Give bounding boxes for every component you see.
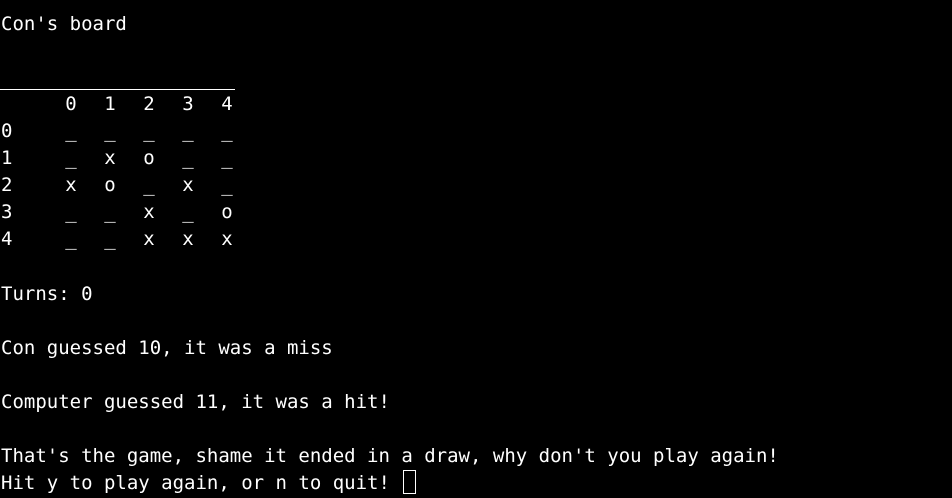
- board-cell-hit: x: [65, 174, 77, 196]
- board-cell-empty: _: [104, 201, 116, 223]
- board-cell-hit: x: [143, 228, 155, 250]
- board-cell-empty: _: [65, 201, 77, 223]
- row-label: 2: [1, 174, 13, 196]
- board-title: Con's board: [1, 13, 127, 35]
- board-cell-empty: _: [182, 120, 194, 142]
- board-cell-empty: _: [221, 174, 233, 196]
- column-header: 3: [182, 93, 194, 115]
- row-label: 1: [1, 147, 13, 169]
- board-cell-miss: o: [221, 201, 233, 223]
- board-cell-hit: x: [182, 174, 194, 196]
- computer-guess-message: Computer guessed 11, it was a hit!: [1, 391, 390, 413]
- board-cell-hit: x: [221, 228, 233, 250]
- player-guess-message: Con guessed 10, it was a miss: [1, 337, 333, 359]
- board-cell-miss: o: [143, 147, 155, 169]
- board-cell-hit: x: [143, 201, 155, 223]
- column-header: 2: [143, 93, 155, 115]
- board-cell-empty: _: [104, 120, 116, 142]
- row-label: 3: [1, 201, 13, 223]
- input-cursor[interactable]: [403, 470, 417, 494]
- board-cell-empty: _: [182, 201, 194, 223]
- play-again-prompt-text: Hit y to play again, or n to quit!: [1, 472, 402, 494]
- board-cell-empty: _: [65, 120, 77, 142]
- play-again-prompt: Hit y to play again, or n to quit!: [1, 470, 417, 497]
- turns-counter: Turns: 0: [1, 283, 93, 305]
- row-label: 0: [1, 120, 13, 142]
- board-cell-empty: _: [221, 147, 233, 169]
- board-cell-empty: _: [65, 147, 77, 169]
- board-cell-empty: _: [182, 147, 194, 169]
- board-cell-empty: _: [104, 228, 116, 250]
- board-cell-empty: _: [221, 120, 233, 142]
- column-header: 0: [65, 93, 77, 115]
- game-result-message: That's the game, shame it ended in a dra…: [1, 445, 779, 467]
- board-cell-empty: _: [143, 174, 155, 196]
- row-label: 4: [1, 228, 13, 250]
- board-divider: [0, 89, 235, 90]
- board-cell-hit: x: [182, 228, 194, 250]
- board-cell-empty: _: [143, 120, 155, 142]
- column-header: 4: [221, 93, 233, 115]
- column-header: 1: [104, 93, 116, 115]
- board-cell-empty: _: [65, 228, 77, 250]
- board-cell-hit: x: [104, 147, 116, 169]
- board-cell-miss: o: [104, 174, 116, 196]
